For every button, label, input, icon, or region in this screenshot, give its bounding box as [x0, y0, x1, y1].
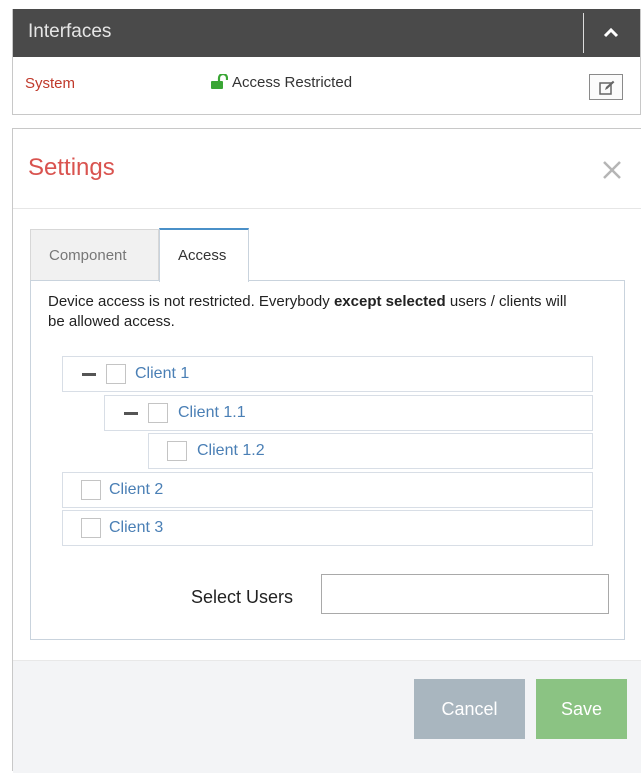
header-divider — [13, 208, 641, 209]
description-emphasis: except selected — [333, 293, 446, 310]
tree-item-label[interactable]: Client 1 — [135, 365, 189, 383]
client-checkbox[interactable] — [81, 518, 101, 538]
tree-item-label[interactable]: Client 1.1 — [178, 404, 246, 422]
edit-icon — [599, 80, 615, 95]
client-checkbox[interactable] — [106, 364, 126, 384]
tree-item-label[interactable]: Client 3 — [109, 519, 163, 537]
client-checkbox[interactable] — [148, 403, 168, 423]
minus-icon[interactable] — [82, 373, 96, 376]
interface-row: System Access Restricted — [13, 57, 640, 113]
tree-item-client-1-2: Client 1.2 — [148, 433, 593, 469]
edit-button[interactable] — [589, 74, 623, 100]
minus-icon[interactable] — [124, 412, 138, 415]
unlocked-lock-icon — [211, 74, 228, 89]
interfaces-title: Interfaces — [28, 21, 112, 42]
client-checkbox[interactable] — [167, 441, 187, 461]
tree-item-client-1-1: Client 1.1 — [104, 395, 593, 431]
settings-modal: Settings Component Access Device access … — [12, 128, 641, 773]
interfaces-panel: Interfaces System Access Restricted — [12, 9, 641, 115]
chevron-up-icon — [603, 27, 619, 38]
tree-item-label[interactable]: Client 2 — [109, 481, 163, 499]
tree-item-client-1: Client 1 — [62, 356, 593, 392]
tab-access[interactable]: Access — [159, 228, 249, 282]
interface-name: System — [25, 75, 76, 92]
description-text: Device access is not restricted. Everybo… — [48, 293, 334, 310]
tree-item-label[interactable]: Client 1.2 — [197, 442, 265, 460]
select-users-input[interactable] — [321, 574, 609, 614]
tab-label: Component — [49, 247, 127, 264]
tab-component[interactable]: Component — [30, 229, 159, 281]
collapse-panel-button[interactable] — [582, 9, 640, 57]
interfaces-header: Interfaces — [13, 9, 640, 57]
access-description: Device access is not restricted. Everybo… — [48, 292, 568, 332]
modal-title: Settings — [28, 154, 115, 181]
save-button[interactable]: Save — [536, 679, 627, 739]
tree-item-client-3: Client 3 — [62, 510, 593, 546]
modal-footer: Cancel Save — [13, 660, 641, 773]
client-checkbox[interactable] — [81, 480, 101, 500]
tree-item-client-2: Client 2 — [62, 472, 593, 508]
select-users-label: Select Users — [191, 587, 294, 607]
tab-label: Access — [178, 247, 227, 264]
close-button[interactable] — [601, 159, 623, 181]
access-status: Access Restricted — [232, 74, 353, 91]
close-icon — [603, 161, 621, 179]
cancel-button[interactable]: Cancel — [414, 679, 525, 739]
